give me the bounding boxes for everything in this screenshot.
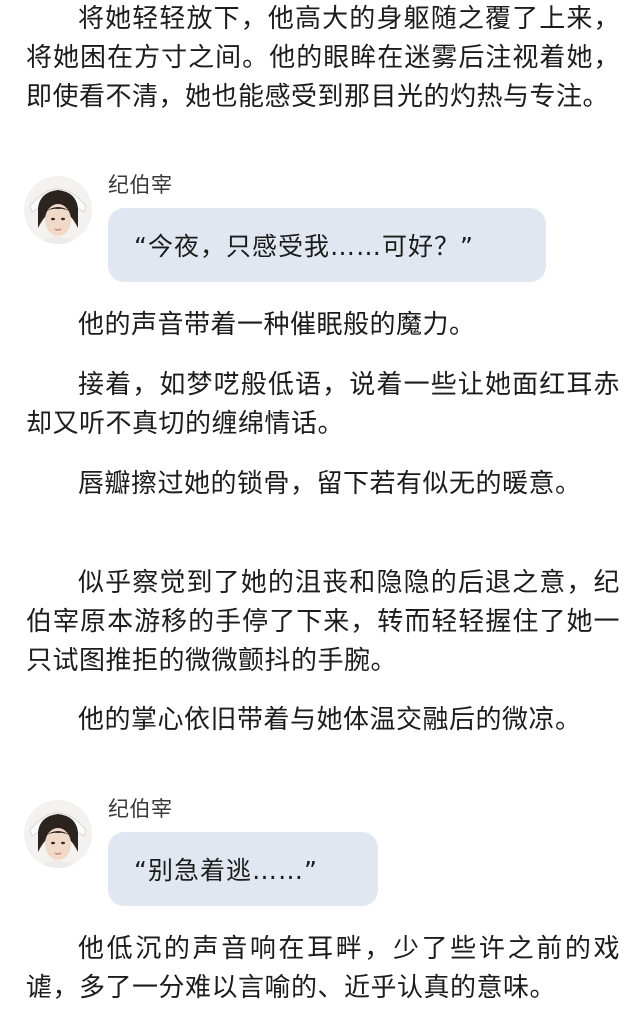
story-paragraph-1: 将她轻轻放下，他高大的身躯随之覆了上来，将她困在方寸之间。他的眼眸在迷雾后注视着… [26, 4, 620, 112]
avatar[interactable] [24, 176, 92, 244]
story-paragraph-5: 似乎察觉到了她的沮丧和隐隐的后退之意，纪伯宰原本游移的手停了下来，转而轻轻握住了… [26, 568, 620, 676]
story-paragraph-3: 接着，如梦呓般低语，说着一些让她面红耳赤却又听不真切的缠绵情话。 [26, 370, 620, 439]
story-paragraph-7: 他低沉的声音响在耳畔，少了些许之前的戏谑，多了一分难以言喻的、近乎认真的意味。 [26, 934, 620, 1003]
dialogue-bubble: “别急着逃……” [108, 832, 378, 906]
story-paragraph-4: 唇瓣擦过她的锁骨，留下若有似无的暖意。 [78, 469, 582, 499]
speaker-name: 纪伯宰 [108, 797, 173, 821]
story-paragraph-2: 他的声音带着一种催眠般的魔力。 [78, 310, 476, 340]
avatar[interactable] [24, 800, 92, 868]
story-paragraph-6: 他的掌心依旧带着与她体温交融后的微凉。 [78, 705, 582, 735]
dialogue-bubble: “今夜，只感受我……可好？” [108, 208, 546, 282]
speaker-name: 纪伯宰 [108, 173, 173, 197]
